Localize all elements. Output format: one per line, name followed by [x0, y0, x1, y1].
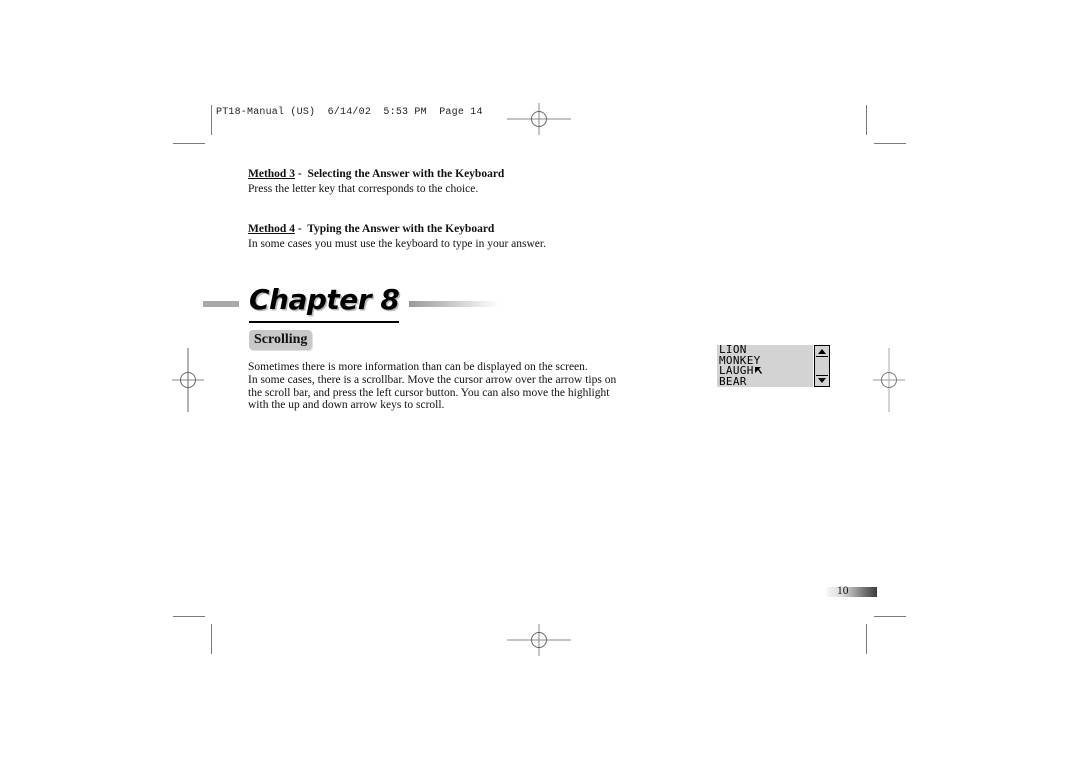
page-number: 10	[837, 585, 849, 597]
scroll-up-arrow	[816, 347, 828, 357]
chapter-title: Chapter 8	[249, 283, 400, 316]
method-3-title: Selecting the Answer with the Keyboard	[307, 168, 505, 180]
lcd-scrollbar	[814, 345, 830, 387]
crop-mark	[173, 143, 205, 144]
paragraph-line: Sometimes there is more information than…	[248, 361, 588, 373]
section-paragraph: Sometimes there is more information than…	[248, 361, 688, 412]
lcd-list: LION MONKEY LAUGH BEAR	[717, 344, 813, 388]
chapter-bar-left	[203, 301, 239, 307]
paragraph-line: the scroll bar, and press the left curso…	[248, 386, 610, 399]
method-4-heading: Method 4 - Typing the Answer with the Ke…	[248, 223, 494, 235]
paragraph-line: with the up and down arrow keys to scrol…	[248, 399, 445, 412]
crop-mark	[211, 105, 212, 135]
page-number-tab: 10	[827, 585, 877, 597]
lcd-list-item: BEAR	[719, 374, 747, 388]
registration-mark-bottom	[507, 624, 571, 656]
chapter-bar-right	[409, 301, 499, 307]
crop-mark	[211, 624, 212, 654]
registration-mark-right	[873, 348, 905, 412]
crop-mark	[874, 143, 906, 144]
triangle-down-icon	[818, 378, 826, 383]
cursor-arrow-icon	[754, 367, 762, 374]
method-3-separator: -	[294, 168, 308, 180]
method-3-label: Method 3	[248, 168, 295, 180]
crop-mark	[874, 616, 906, 617]
method-4-title: Typing the Answer with the Keyboard	[307, 223, 495, 235]
section-title: Scrolling	[249, 330, 313, 350]
registration-mark-left	[172, 348, 204, 412]
print-slug-line: PT18-Manual (US) 6/14/02 5:53 PM Page 14	[216, 107, 483, 118]
chapter-heading: Chapter 8	[203, 283, 503, 325]
method-3-body: Press the letter key that corresponds to…	[248, 183, 479, 195]
method-4-label: Method 4	[248, 223, 295, 235]
lcd-screen-illustration: LION MONKEY LAUGH BEAR	[717, 344, 831, 388]
method-4-separator: -	[294, 223, 308, 235]
triangle-up-icon	[818, 349, 826, 354]
paragraph-line: In some cases, there is a scrollbar. Mov…	[248, 373, 617, 386]
scroll-down-arrow	[816, 375, 828, 385]
method-4-body: In some cases you must use the keyboard …	[248, 238, 546, 250]
crop-mark	[866, 105, 867, 135]
crop-mark	[866, 624, 867, 654]
method-3-heading: Method 3 - Selecting the Answer with the…	[248, 168, 504, 180]
registration-mark-top	[507, 103, 571, 135]
crop-mark	[173, 616, 205, 617]
chapter-underline	[249, 321, 399, 323]
